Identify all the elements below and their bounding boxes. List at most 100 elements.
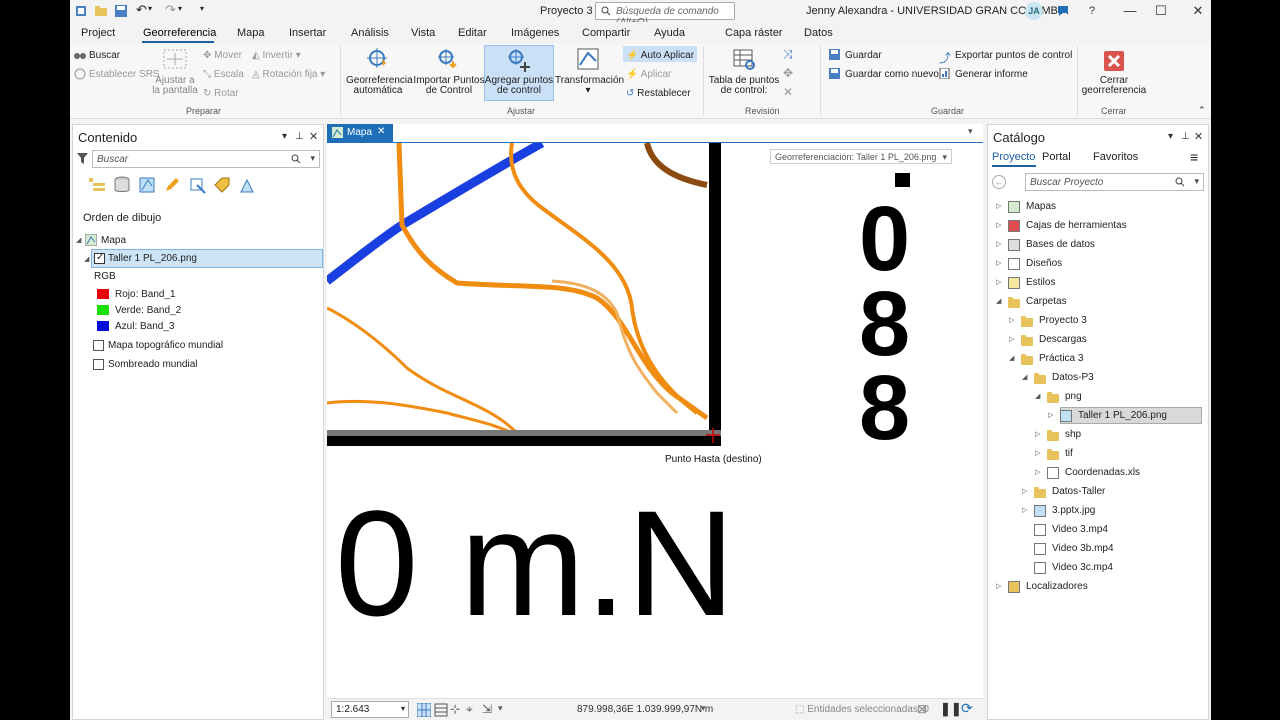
search-options-icon[interactable]: ▾ (310, 153, 315, 164)
list-by-snapping-icon[interactable] (188, 176, 206, 194)
refresh-icon[interactable]: ⟳ (961, 700, 973, 717)
tab-capa-raster[interactable]: Capa ráster (725, 27, 782, 39)
restablecer-button[interactable]: ↺ Restablecer (626, 88, 691, 99)
catalog-tab-proyecto[interactable]: Proyecto (992, 151, 1035, 163)
mover-button[interactable]: ✥ Mover (203, 50, 242, 61)
red-band-swatch[interactable] (97, 289, 109, 299)
command-search-input[interactable]: Búsqueda de comando (Alt+Q) (595, 2, 735, 28)
expand-icon[interactable]: ▷ (996, 240, 1001, 248)
green-band-swatch[interactable] (97, 305, 109, 315)
catalog-item[interactable]: Video 3b.mp4 (1052, 543, 1114, 554)
catalog-item[interactable]: Descargas (1039, 334, 1087, 345)
scale-selector[interactable]: 1:2.643 ▾ (331, 701, 409, 718)
list-by-labeling-icon[interactable] (213, 176, 231, 194)
crosshair-icon[interactable]: ⌖ (466, 702, 473, 717)
expand-icon[interactable]: ▷ (996, 221, 1001, 229)
collapse-icon[interactable]: ◢ (1022, 373, 1027, 381)
close-pane-icon[interactable]: ✕ (309, 130, 318, 143)
georreferencia-automatica-button[interactable]: Georreferencia automática (346, 76, 413, 96)
escala-button[interactable]: ⤡ Escala (203, 69, 244, 80)
selected-features-count[interactable]: ⬚ Entidades seleccionadas: 0 (795, 704, 929, 715)
redo-icon[interactable]: ↷ (165, 3, 179, 18)
catalog-tab-favoritos[interactable]: Favoritos (1093, 151, 1138, 163)
list-by-perspective-imagery-icon[interactable] (238, 176, 256, 194)
cerrar-georreferencia-button[interactable]: Cerrar georreferencia (1080, 76, 1148, 96)
catalog-menu-icon[interactable]: ≡ (1190, 149, 1198, 165)
list-by-source-icon[interactable] (113, 176, 131, 194)
tab-mapa[interactable]: Mapa (237, 27, 265, 39)
view-options-icon[interactable]: ▾ (968, 126, 973, 137)
expand-icon[interactable]: ▷ (996, 278, 1001, 286)
collapse-ribbon-icon[interactable]: ⌃ (1198, 105, 1206, 116)
table-view-icon[interactable] (434, 703, 448, 717)
expand-icon[interactable]: ▷ (1035, 468, 1040, 476)
tab-vista[interactable]: Vista (411, 27, 435, 39)
pin-icon[interactable]: ⊥ (295, 131, 304, 142)
pause-drawing-icon[interactable]: ❚❚ (940, 701, 962, 717)
importar-puntos-button[interactable]: Importar Puntos de Control (413, 76, 485, 96)
undo-dropdown-icon[interactable]: ▾ (148, 4, 162, 18)
generar-informe-button[interactable]: Generar informe (955, 69, 1028, 80)
catalog-item[interactable]: Coordenadas.xls (1065, 467, 1140, 478)
basemap-hillshade-checkbox[interactable] (93, 359, 104, 370)
catalog-item[interactable]: Localizadores (1026, 581, 1088, 592)
collapse-icon[interactable]: ◢ (1035, 392, 1040, 400)
pane-options-icon[interactable]: ▾ (282, 131, 287, 142)
guardar-button[interactable]: Guardar (845, 50, 882, 61)
expand-icon[interactable]: ▷ (1048, 411, 1053, 419)
tab-insertar[interactable]: Insertar (289, 27, 326, 39)
select-points-icon[interactable]: ⤨ (783, 47, 793, 62)
catalog-item[interactable]: Mapas (1026, 201, 1056, 212)
layer-visibility-checkbox[interactable]: ✓ (94, 252, 105, 264)
maximize-button[interactable]: ☐ (1151, 2, 1171, 20)
catalog-item[interactable]: shp (1065, 429, 1081, 440)
catalog-item[interactable]: png (1065, 391, 1082, 402)
search-options-icon[interactable]: ▾ (1194, 176, 1199, 187)
aplicar-button[interactable]: ⚡ Aplicar (626, 69, 671, 80)
blue-band-swatch[interactable] (97, 321, 109, 331)
catalog-item[interactable]: Taller 1 PL_206.png (1078, 410, 1167, 421)
collapse-icon[interactable]: ◢ (996, 297, 1001, 305)
expand-icon[interactable]: ▷ (1022, 506, 1027, 514)
expand-icon[interactable]: ▷ (996, 259, 1001, 267)
tab-ayuda[interactable]: Ayuda (654, 27, 685, 39)
minimize-button[interactable]: — (1120, 2, 1140, 20)
tab-mapa-view[interactable]: Mapa ✕ (327, 124, 393, 142)
catalog-item[interactable]: 3.pptx.jpg (1052, 505, 1095, 516)
rotacion-fija-button[interactable]: ◬ Rotación fija ▾ (252, 69, 325, 80)
catalog-item[interactable]: Bases de datos (1026, 239, 1095, 250)
grid-icon[interactable] (417, 703, 431, 717)
map-tree-item[interactable]: Mapa (101, 235, 126, 246)
expand-icon[interactable]: ▷ (1022, 487, 1027, 495)
basemap-topo-checkbox[interactable] (93, 340, 104, 351)
rotar-button[interactable]: ↻ Rotar (203, 88, 239, 99)
guardar-como-nuevo-button[interactable]: Guardar como nuevo (845, 69, 939, 80)
tab-datos[interactable]: Datos (804, 27, 833, 39)
open-project-icon[interactable] (94, 4, 108, 18)
buscar-button[interactable]: Buscar (89, 50, 120, 61)
catalog-item[interactable]: Cajas de herramientas (1026, 220, 1127, 231)
coordinate-format-dropdown-icon[interactable]: ▾ (701, 703, 706, 714)
filter-icon[interactable] (77, 153, 88, 164)
map-expand-icon[interactable]: ◢ (76, 236, 81, 244)
georeference-layer-combo[interactable]: Georreferenciación: Taller 1 PL_206.png … (770, 149, 952, 164)
tools-dropdown-icon[interactable]: ▾ (498, 703, 503, 714)
tab-editar[interactable]: Editar (458, 27, 487, 39)
snapping-icon[interactable]: ⊹ (450, 702, 460, 716)
ajustar-pantalla-button[interactable]: Ajustar a la pantalla (150, 76, 200, 96)
delete-point-icon[interactable]: ✕ (783, 85, 793, 99)
auto-aplicar-toggle[interactable]: ⚡ Auto Aplicar (626, 50, 694, 61)
notifications-icon[interactable] (1056, 4, 1070, 18)
expand-icon[interactable]: ▷ (996, 202, 1001, 210)
catalog-item[interactable]: Video 3c.mp4 (1052, 562, 1113, 573)
tab-imagenes[interactable]: Imágenes (511, 27, 559, 39)
catalog-item[interactable]: Video 3.mp4 (1052, 524, 1108, 535)
back-icon[interactable]: ← (992, 175, 1006, 189)
customize-toolbar-icon[interactable]: ▾ (200, 4, 214, 18)
expand-icon[interactable]: ▷ (1035, 449, 1040, 457)
map-canvas[interactable]: 0 8 8 0 m.N Georreferenciación: Taller 1… (327, 143, 983, 698)
expand-icon[interactable]: ▷ (1009, 316, 1014, 324)
tab-compartir[interactable]: Compartir (582, 27, 630, 39)
pane-options-icon[interactable]: ▾ (1168, 131, 1173, 142)
catalog-item[interactable]: Diseños (1026, 258, 1062, 269)
